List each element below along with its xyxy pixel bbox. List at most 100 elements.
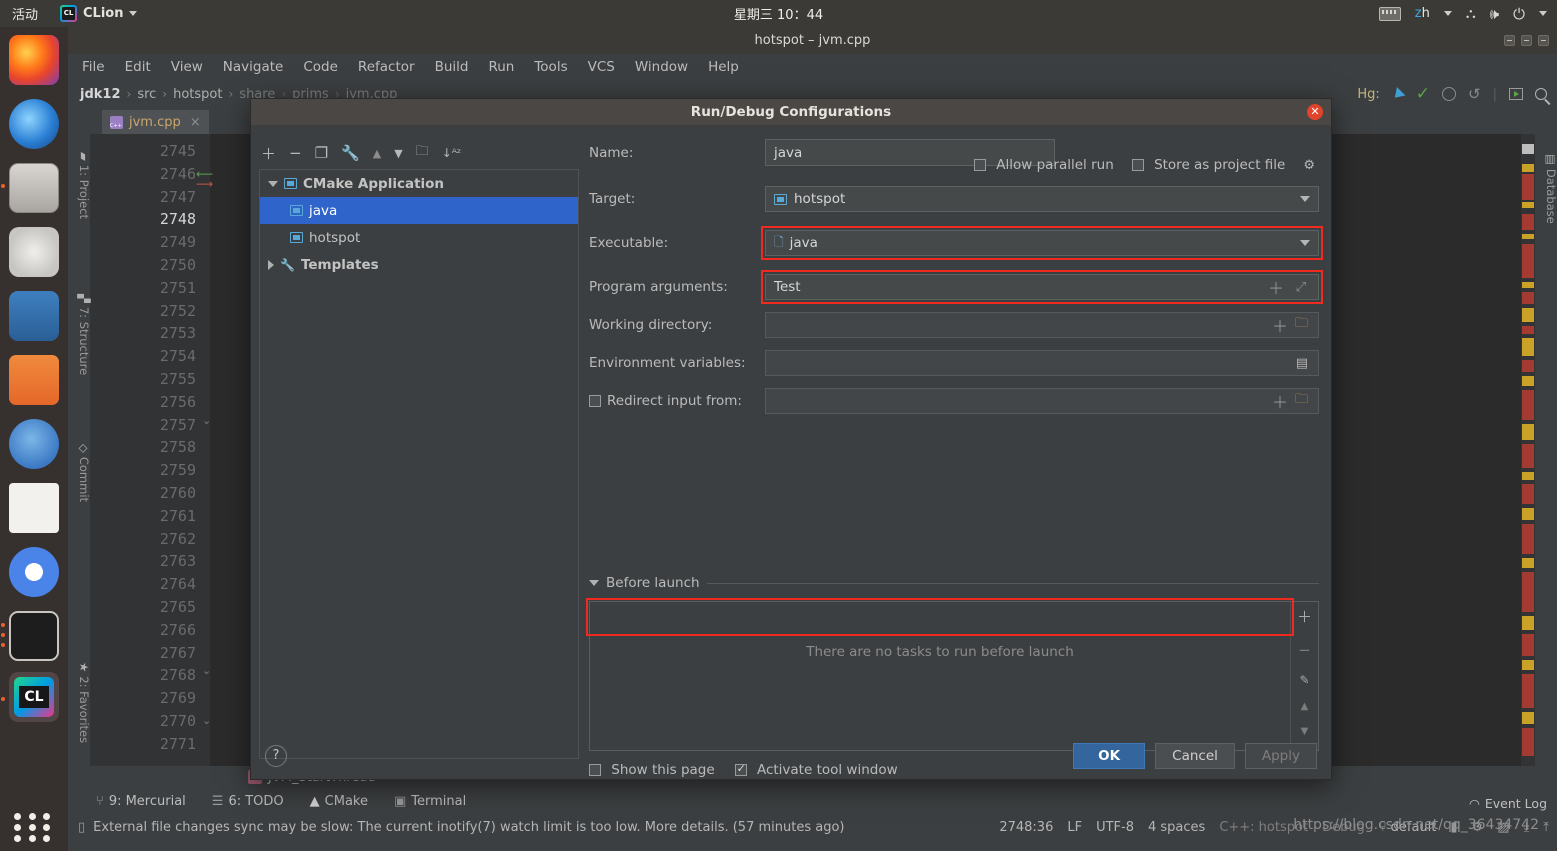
target-select[interactable]: hotspot bbox=[765, 186, 1319, 212]
menu-window[interactable]: Window bbox=[635, 59, 688, 75]
tree-item-templates[interactable]: 🔧 Templates bbox=[260, 251, 578, 278]
add-icon[interactable]: ＋ bbox=[261, 143, 276, 164]
stripe-marker[interactable] bbox=[1522, 444, 1534, 468]
menu-build[interactable]: Build bbox=[435, 59, 469, 75]
scroll-thumb-icon[interactable] bbox=[1522, 144, 1534, 154]
stripe-marker[interactable] bbox=[1522, 712, 1534, 724]
sidebar-item-structure[interactable]: ▞ 7: Structure bbox=[77, 294, 91, 375]
sidebar-item-favorites[interactable]: ★ 2: Favorites bbox=[77, 662, 91, 743]
stripe-marker[interactable] bbox=[1522, 244, 1534, 278]
network-icon[interactable]: ⛬ bbox=[1466, 6, 1476, 22]
chevron-down-icon[interactable] bbox=[1300, 196, 1310, 202]
tool-window-mercurial[interactable]: ⑂ 9: Mercurial bbox=[96, 794, 186, 809]
move-down-icon[interactable]: ▼ bbox=[394, 147, 402, 160]
build-target[interactable]: C++: hotspot bbox=[1219, 820, 1308, 835]
copy-icon[interactable]: ❐ bbox=[315, 144, 328, 162]
line-separator[interactable]: LF bbox=[1067, 820, 1082, 835]
vcs-branch[interactable]: ⑂ default bbox=[1379, 820, 1437, 835]
dock-item-thunderbird[interactable] bbox=[9, 99, 59, 149]
stripe-marker[interactable] bbox=[1522, 424, 1534, 440]
stripe-marker[interactable] bbox=[1522, 390, 1534, 420]
stripe-marker[interactable] bbox=[1522, 326, 1534, 334]
chevron-down-icon[interactable] bbox=[268, 180, 278, 187]
sidebar-item-project[interactable]: ▰ 1: Project bbox=[77, 152, 91, 219]
allow-parallel-run-checkbox[interactable]: Allow parallel run bbox=[973, 157, 1114, 173]
add-task-icon[interactable]: ＋ bbox=[1297, 606, 1312, 627]
memory-indicator-icon[interactable]: ▮ bbox=[1450, 820, 1457, 835]
working-directory-input[interactable]: ＋ 🗀 bbox=[765, 312, 1319, 338]
executable-select[interactable]: 🗋 java bbox=[761, 226, 1323, 260]
redirect-input-input[interactable]: ＋ 🗀 bbox=[765, 388, 1319, 414]
menu-help[interactable]: Help bbox=[708, 59, 739, 75]
stripe-marker[interactable] bbox=[1522, 572, 1534, 612]
minimize-button[interactable] bbox=[1504, 35, 1515, 46]
breadcrumb-hotspot[interactable]: hotspot bbox=[173, 87, 222, 102]
keyboard-icon[interactable] bbox=[1378, 6, 1401, 21]
dock-item-help[interactable] bbox=[9, 419, 59, 469]
ok-button[interactable]: OK bbox=[1073, 743, 1146, 769]
vcs-commit-icon[interactable]: ✓ bbox=[1416, 85, 1430, 103]
menu-refactor[interactable]: Refactor bbox=[358, 59, 415, 75]
editor-tab-jvm-cpp[interactable]: jvm.cpp × bbox=[102, 110, 209, 134]
fold-marker-1[interactable]: ⌄ bbox=[202, 414, 211, 427]
stripe-marker[interactable] bbox=[1522, 484, 1534, 504]
stripe-marker[interactable] bbox=[1522, 174, 1534, 200]
indent-setting[interactable]: 4 spaces bbox=[1148, 820, 1205, 835]
stripe-marker[interactable] bbox=[1522, 376, 1534, 386]
cancel-button[interactable]: Cancel bbox=[1155, 743, 1235, 769]
insert-macro-icon[interactable]: ＋ bbox=[1272, 389, 1288, 413]
insert-macro-icon[interactable]: ＋ bbox=[1268, 275, 1284, 299]
redirect-input-checkbox[interactable]: Redirect input from: bbox=[589, 393, 765, 409]
stripe-marker[interactable] bbox=[1522, 728, 1534, 756]
dock-item-clion[interactable]: CL bbox=[9, 672, 59, 722]
app-menu-clion[interactable]: CLion bbox=[60, 5, 138, 22]
menu-run[interactable]: Run bbox=[488, 59, 514, 75]
search-icon[interactable] bbox=[1535, 88, 1547, 100]
dock-item-libreoffice-writer[interactable] bbox=[9, 291, 59, 341]
help-button[interactable]: ? bbox=[265, 745, 287, 767]
build-config[interactable]: Debug bbox=[1322, 820, 1365, 835]
stripe-marker[interactable] bbox=[1522, 558, 1534, 568]
volume-icon[interactable]: 🕪 bbox=[1490, 5, 1499, 23]
before-launch-task-list[interactable]: There are no tasks to run before launch … bbox=[586, 598, 1319, 751]
dock-item-firefox[interactable] bbox=[9, 35, 59, 85]
configurations-tree[interactable]: CMake Application java hotspot 🔧 Templat… bbox=[259, 169, 579, 759]
input-language-indicator[interactable]: zh bbox=[1415, 6, 1430, 21]
before-launch-header[interactable]: Before launch bbox=[589, 575, 1319, 591]
menu-file[interactable]: File bbox=[82, 59, 105, 75]
remove-icon[interactable]: − bbox=[289, 144, 302, 162]
fold-marker-3[interactable]: ⌄ bbox=[202, 714, 211, 727]
chevron-down-icon[interactable] bbox=[589, 580, 599, 586]
store-as-project-file-checkbox[interactable]: Store as project file bbox=[1131, 157, 1285, 173]
browse-folder-icon[interactable]: 🗀 bbox=[1295, 314, 1308, 336]
tool-window-todo[interactable]: ☰ 6: TODO bbox=[212, 794, 284, 809]
apply-button[interactable]: Apply bbox=[1244, 743, 1317, 769]
stripe-marker[interactable] bbox=[1522, 292, 1534, 304]
menu-view[interactable]: View bbox=[171, 59, 203, 75]
power-icon[interactable]: ⏻ bbox=[1513, 5, 1525, 23]
vcs-update-icon[interactable] bbox=[1390, 86, 1406, 102]
dock-item-chromium[interactable] bbox=[9, 547, 59, 597]
breadcrumb-src[interactable]: src bbox=[137, 87, 156, 102]
inspections-icon[interactable]: ▨ bbox=[1497, 820, 1509, 835]
event-log-button[interactable]: ◠ Event Log bbox=[1469, 796, 1547, 811]
chevron-down-icon[interactable] bbox=[1300, 240, 1310, 246]
stripe-marker[interactable] bbox=[1522, 674, 1534, 708]
move-into-folder-icon[interactable]: 🗀 bbox=[416, 142, 429, 164]
file-encoding[interactable]: UTF-8 bbox=[1096, 820, 1134, 835]
breadcrumb-jdk12[interactable]: jdk12 bbox=[80, 87, 121, 102]
sort-alphabetically-icon[interactable]: ↓ᴬᶻ bbox=[442, 146, 462, 160]
stripe-marker[interactable] bbox=[1522, 282, 1534, 288]
download-icon[interactable]: ⤓ bbox=[1524, 820, 1530, 835]
dock-item-terminal[interactable] bbox=[9, 611, 59, 661]
edit-environment-icon[interactable]: ▤ bbox=[1296, 356, 1308, 371]
close-button[interactable] bbox=[1538, 35, 1549, 46]
insert-macro-icon[interactable]: ＋ bbox=[1272, 313, 1288, 337]
dock-item-files[interactable] bbox=[9, 163, 59, 213]
tree-item-java[interactable]: java bbox=[260, 197, 578, 224]
maximize-button[interactable] bbox=[1521, 35, 1532, 46]
stripe-marker[interactable] bbox=[1522, 308, 1534, 322]
vcs-history-icon[interactable] bbox=[1442, 87, 1457, 101]
dock-item-rhythmbox[interactable] bbox=[9, 227, 59, 277]
dock-item-amazon[interactable] bbox=[9, 483, 59, 533]
